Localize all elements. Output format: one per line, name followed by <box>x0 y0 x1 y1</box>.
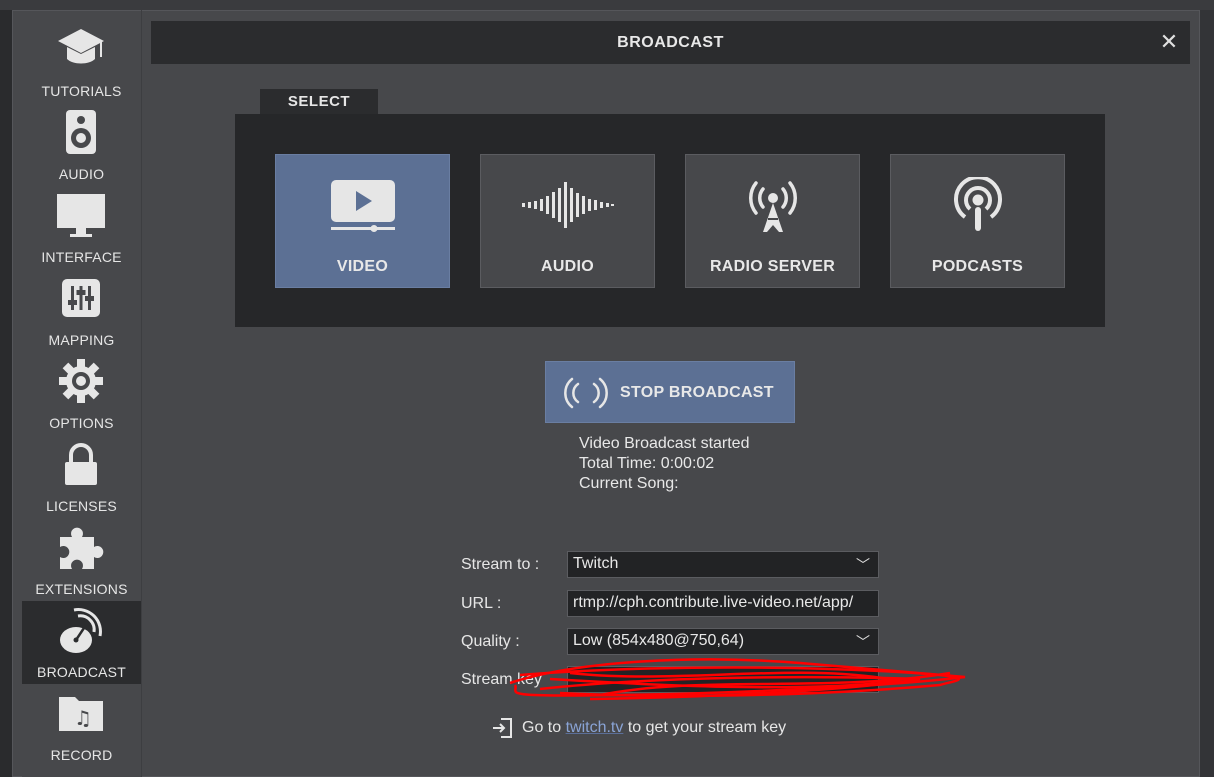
option-label: RADIO SERVER <box>709 258 836 275</box>
option-radio-server[interactable]: RADIO SERVER <box>685 154 860 288</box>
select-panel: VIDEO AUDIO RADIO SERVER PODCASTS <box>235 114 1105 327</box>
select-tab: SELECT <box>260 89 378 115</box>
sidebar-item-label: LICENSES <box>46 498 117 514</box>
podcast-icon <box>891 175 1064 235</box>
gear-icon <box>56 356 106 406</box>
quality-label: Quality : <box>461 633 520 650</box>
stream-to-label: Stream to : <box>461 556 540 573</box>
quality-value: Low (854x480@750,64) <box>573 632 745 649</box>
background-app-panel <box>1200 10 1214 777</box>
sidebar-item-record[interactable]: ♫ RECORD <box>22 684 141 767</box>
sidebar-item-interface[interactable]: INTERFACE <box>22 186 141 269</box>
sign-in-icon <box>492 717 514 739</box>
option-video[interactable]: VIDEO <box>275 154 450 288</box>
option-label: VIDEO <box>336 258 389 275</box>
total-time: Total Time: 0:00:02 <box>579 455 715 472</box>
sidebar-item-licenses[interactable]: LICENSES <box>22 435 141 518</box>
sidebar-item-extensions[interactable]: EXTENSIONS <box>22 518 141 601</box>
sidebar-item-broadcast[interactable]: BROADCAST <box>22 601 141 684</box>
sidebar-item-label: MAPPING <box>48 332 115 348</box>
option-podcasts[interactable]: PODCASTS <box>890 154 1065 288</box>
sliders-icon <box>56 273 106 323</box>
url-label: URL : <box>461 595 502 612</box>
stream-key-input[interactable] <box>567 666 879 693</box>
stream-to-select[interactable]: Twitch ﹀ <box>567 551 879 578</box>
sidebar-item-label: INTERFACE <box>41 249 122 265</box>
sidebar-item-audio[interactable]: AUDIO <box>22 103 141 186</box>
url-input[interactable]: rtmp://cph.contribute.live-video.net/app… <box>567 590 879 617</box>
background-app-panel-left <box>0 10 12 777</box>
satellite-dish-icon <box>56 605 106 655</box>
option-label: PODCASTS <box>931 258 1024 275</box>
stop-broadcast-button[interactable]: STOP BROADCAST <box>545 361 795 423</box>
radio-tower-icon <box>686 175 859 235</box>
chevron-down-icon: ﹀ <box>856 557 870 573</box>
sidebar-item-label: AUDIO <box>58 166 105 182</box>
close-icon: ✕ <box>1159 29 1179 54</box>
monitor-icon <box>56 190 106 240</box>
option-label: AUDIO <box>540 258 595 275</box>
page-title: BROADCAST <box>617 34 724 51</box>
sidebar-item-options[interactable]: OPTIONS <box>22 352 141 435</box>
dialog-header: BROADCAST ✕ <box>151 21 1190 64</box>
sidebar-item-label: RECORD <box>50 747 113 763</box>
stream-to-value: Twitch <box>573 555 619 572</box>
lock-icon <box>56 439 106 489</box>
help-text: Go to twitch.tv to get your stream key <box>522 719 786 737</box>
twitch-link[interactable]: twitch.tv <box>566 719 624 736</box>
music-folder-icon: ♫ <box>56 688 106 738</box>
background-app-bar <box>0 0 1214 10</box>
option-audio[interactable]: AUDIO <box>480 154 655 288</box>
close-button[interactable]: ✕ <box>1158 30 1180 54</box>
sidebar-item-mapping[interactable]: MAPPING <box>22 269 141 352</box>
quality-select[interactable]: Low (854x480@750,64) ﹀ <box>567 628 879 655</box>
help-suffix: to get your stream key <box>623 719 787 736</box>
puzzle-icon <box>56 522 106 572</box>
svg-text:♫: ♫ <box>74 706 92 730</box>
stop-broadcast-label: STOP BROADCAST <box>620 384 774 401</box>
help-prefix: Go to <box>522 719 566 736</box>
broadcast-waves-icon <box>562 376 610 410</box>
current-song: Current Song: <box>579 475 679 492</box>
sidebar-item-tutorials[interactable]: TUTORIALS <box>22 20 141 103</box>
sidebar-divider <box>141 10 142 777</box>
waveform-icon <box>481 175 654 235</box>
graduation-cap-icon <box>56 24 106 74</box>
sidebar-item-label: TUTORIALS <box>41 83 122 99</box>
stream-key-label: Stream key <box>461 671 542 688</box>
sidebar-item-label: BROADCAST <box>37 664 126 680</box>
speaker-icon <box>56 107 106 157</box>
chevron-down-icon: ﹀ <box>856 634 870 650</box>
sidebar-item-label: OPTIONS <box>49 415 114 431</box>
video-play-icon <box>276 175 449 235</box>
sidebar-item-label: EXTENSIONS <box>35 581 128 597</box>
broadcast-status: Video Broadcast started <box>579 435 750 452</box>
sidebar: TUTORIALS AUDIO INTERFACE MAPPING OPTION… <box>22 20 141 777</box>
